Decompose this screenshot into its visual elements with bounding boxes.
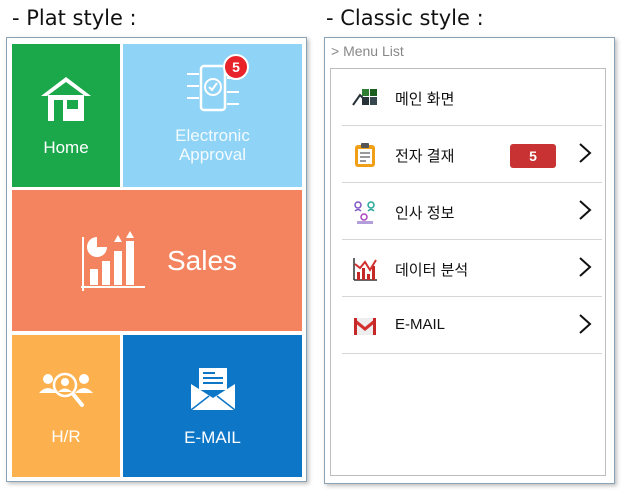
- plat-style-caption: - Plat style :: [12, 6, 137, 30]
- menu-item-label: 전자 결재: [395, 148, 455, 165]
- main-screen-icon: [352, 89, 377, 106]
- chevron-right-icon[interactable]: [578, 199, 592, 221]
- menu-item-hr-info[interactable]: 인사 정보: [342, 183, 602, 240]
- chevron-right-icon[interactable]: [578, 313, 592, 335]
- classic-style-caption: - Classic style :: [326, 6, 484, 30]
- menu-item-data-analysis[interactable]: 데이터 분석: [342, 240, 602, 297]
- classic-style-panel: > Menu List 메인 화면 전자 결재 5 인사 정보 데이터 분석 E…: [324, 37, 615, 484]
- data-chart-icon: [353, 258, 377, 281]
- tile-hr[interactable]: H/R: [12, 335, 120, 477]
- menu-item-label: 인사 정보: [395, 205, 455, 222]
- approval-count-badge: 5: [510, 144, 556, 168]
- envelope-icon: [190, 367, 235, 411]
- menu-item-email[interactable]: E-MAIL: [342, 297, 602, 354]
- clipboard-icon: [355, 143, 375, 167]
- approval-label-line1: Electronic: [175, 125, 250, 145]
- chevron-right-icon[interactable]: [578, 256, 592, 278]
- menu-item-label: E-MAIL: [395, 316, 446, 333]
- tile-email[interactable]: E-MAIL: [123, 335, 302, 477]
- plat-style-panel: Home Electronic Approval 5 Sales H/R E-M…: [6, 37, 307, 482]
- chevron-right-icon[interactable]: [578, 142, 592, 164]
- people-search-icon: [39, 372, 93, 407]
- bar-chart-icon: [80, 230, 145, 291]
- hr-label: H/R: [51, 426, 81, 446]
- tile-home[interactable]: Home: [12, 44, 120, 187]
- menu-item-label: 데이터 분석: [395, 262, 469, 279]
- menu-item-main[interactable]: 메인 화면: [342, 69, 602, 126]
- gmail-icon: [354, 318, 376, 335]
- hr-info-icon: [354, 201, 375, 224]
- menu-item-label: 메인 화면: [395, 91, 455, 108]
- sales-label: Sales: [166, 245, 238, 276]
- approval-label-line2: Approval: [178, 144, 247, 164]
- approval-count-badge: 5: [223, 54, 249, 80]
- menu-item-approval[interactable]: 전자 결재 5: [342, 126, 602, 183]
- menu-list: 메인 화면 전자 결재 5 인사 정보 데이터 분석 E-MAIL: [330, 68, 606, 476]
- email-label: E-MAIL: [184, 427, 241, 447]
- home-label: Home: [43, 138, 89, 157]
- tile-electronic-approval[interactable]: Electronic Approval: [123, 44, 302, 187]
- house-icon: [41, 77, 91, 121]
- menu-list-title: > Menu List: [331, 43, 404, 59]
- tile-sales[interactable]: Sales: [12, 190, 302, 331]
